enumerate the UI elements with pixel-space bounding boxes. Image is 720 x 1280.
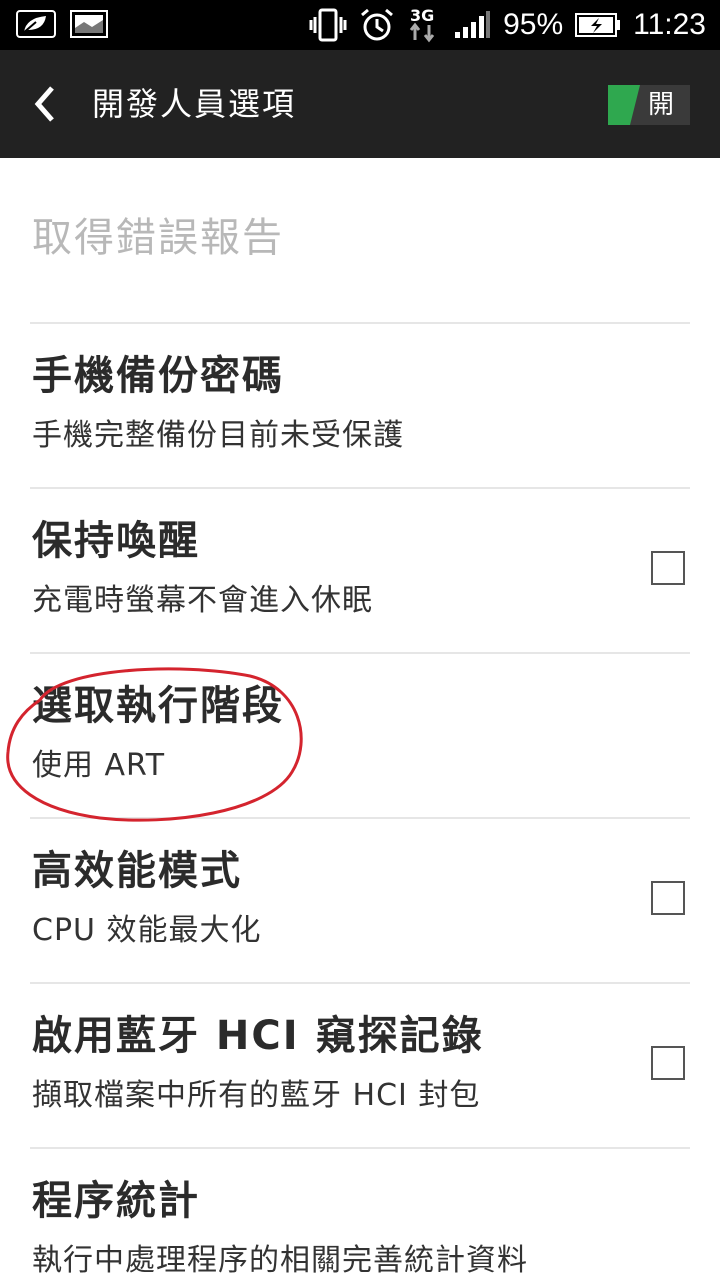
svg-text:3G: 3G bbox=[410, 6, 434, 25]
item-subtitle: 執行中處理程序的相關完善統計資料 bbox=[32, 1243, 528, 1278]
high-performance-checkbox[interactable] bbox=[651, 881, 685, 915]
back-chevron-icon[interactable] bbox=[28, 84, 68, 124]
item-title: 手機備份密碼 bbox=[32, 353, 284, 399]
item-subtitle: CPU 效能最大化 bbox=[32, 913, 262, 948]
signal-icon bbox=[455, 11, 491, 38]
alarm-icon bbox=[361, 8, 394, 41]
toggle-on-indicator bbox=[608, 85, 640, 125]
page-title: 開發人員選項 bbox=[92, 85, 297, 123]
list-item-backup-password[interactable]: 手機備份密碼 手機完整備份目前未受保護 bbox=[0, 324, 720, 489]
action-bar: 開發人員選項 開 bbox=[0, 50, 720, 158]
developer-options-toggle[interactable]: 開 bbox=[608, 85, 690, 125]
toggle-label: 開 bbox=[648, 90, 675, 120]
item-title: 保持喚醒 bbox=[32, 518, 200, 564]
bluetooth-hci-checkbox[interactable] bbox=[651, 1046, 685, 1080]
list-item-stay-awake[interactable]: 保持喚醒 充電時螢幕不會進入休眠 bbox=[0, 489, 720, 654]
item-title: 選取執行階段 bbox=[32, 683, 284, 729]
item-subtitle: 使用 ART bbox=[32, 748, 166, 783]
battery-charging-icon bbox=[575, 13, 621, 37]
settings-list: 取得錯誤報告 手機備份密碼 手機完整備份目前未受保護 保持喚醒 充電時螢幕不會進… bbox=[0, 158, 720, 1278]
list-item-process-stats[interactable]: 程序統計 執行中處理程序的相關完善統計資料 bbox=[0, 1149, 720, 1280]
item-subtitle: 充電時螢幕不會進入休眠 bbox=[32, 583, 373, 618]
leaf-notification-icon bbox=[16, 10, 56, 38]
item-subtitle: 擷取檔案中所有的藍牙 HCI 封包 bbox=[32, 1078, 481, 1113]
stay-awake-checkbox[interactable] bbox=[651, 551, 685, 585]
battery-percent: 95% bbox=[503, 8, 564, 41]
network-3g-icon: 3G bbox=[409, 6, 434, 43]
list-item-select-runtime[interactable]: 選取執行階段 使用 ART bbox=[0, 654, 720, 819]
item-title: 高效能模式 bbox=[32, 848, 242, 894]
item-title: 取得錯誤報告 bbox=[32, 215, 284, 261]
clock: 11:23 bbox=[633, 8, 706, 41]
image-notification-icon bbox=[70, 10, 108, 38]
list-item-bug-report[interactable]: 取得錯誤報告 bbox=[0, 158, 720, 323]
item-title: 啟用藍牙 HCI 窺探記錄 bbox=[32, 1013, 484, 1059]
status-bar: 3G 95% 11:23 bbox=[0, 0, 720, 50]
list-item-bluetooth-hci-log[interactable]: 啟用藍牙 HCI 窺探記錄 擷取檔案中所有的藍牙 HCI 封包 bbox=[0, 984, 720, 1149]
list-item-high-performance[interactable]: 高效能模式 CPU 效能最大化 bbox=[0, 819, 720, 984]
item-subtitle: 手機完整備份目前未受保護 bbox=[32, 418, 404, 453]
vibrate-icon bbox=[309, 8, 347, 42]
item-title: 程序統計 bbox=[32, 1178, 200, 1224]
